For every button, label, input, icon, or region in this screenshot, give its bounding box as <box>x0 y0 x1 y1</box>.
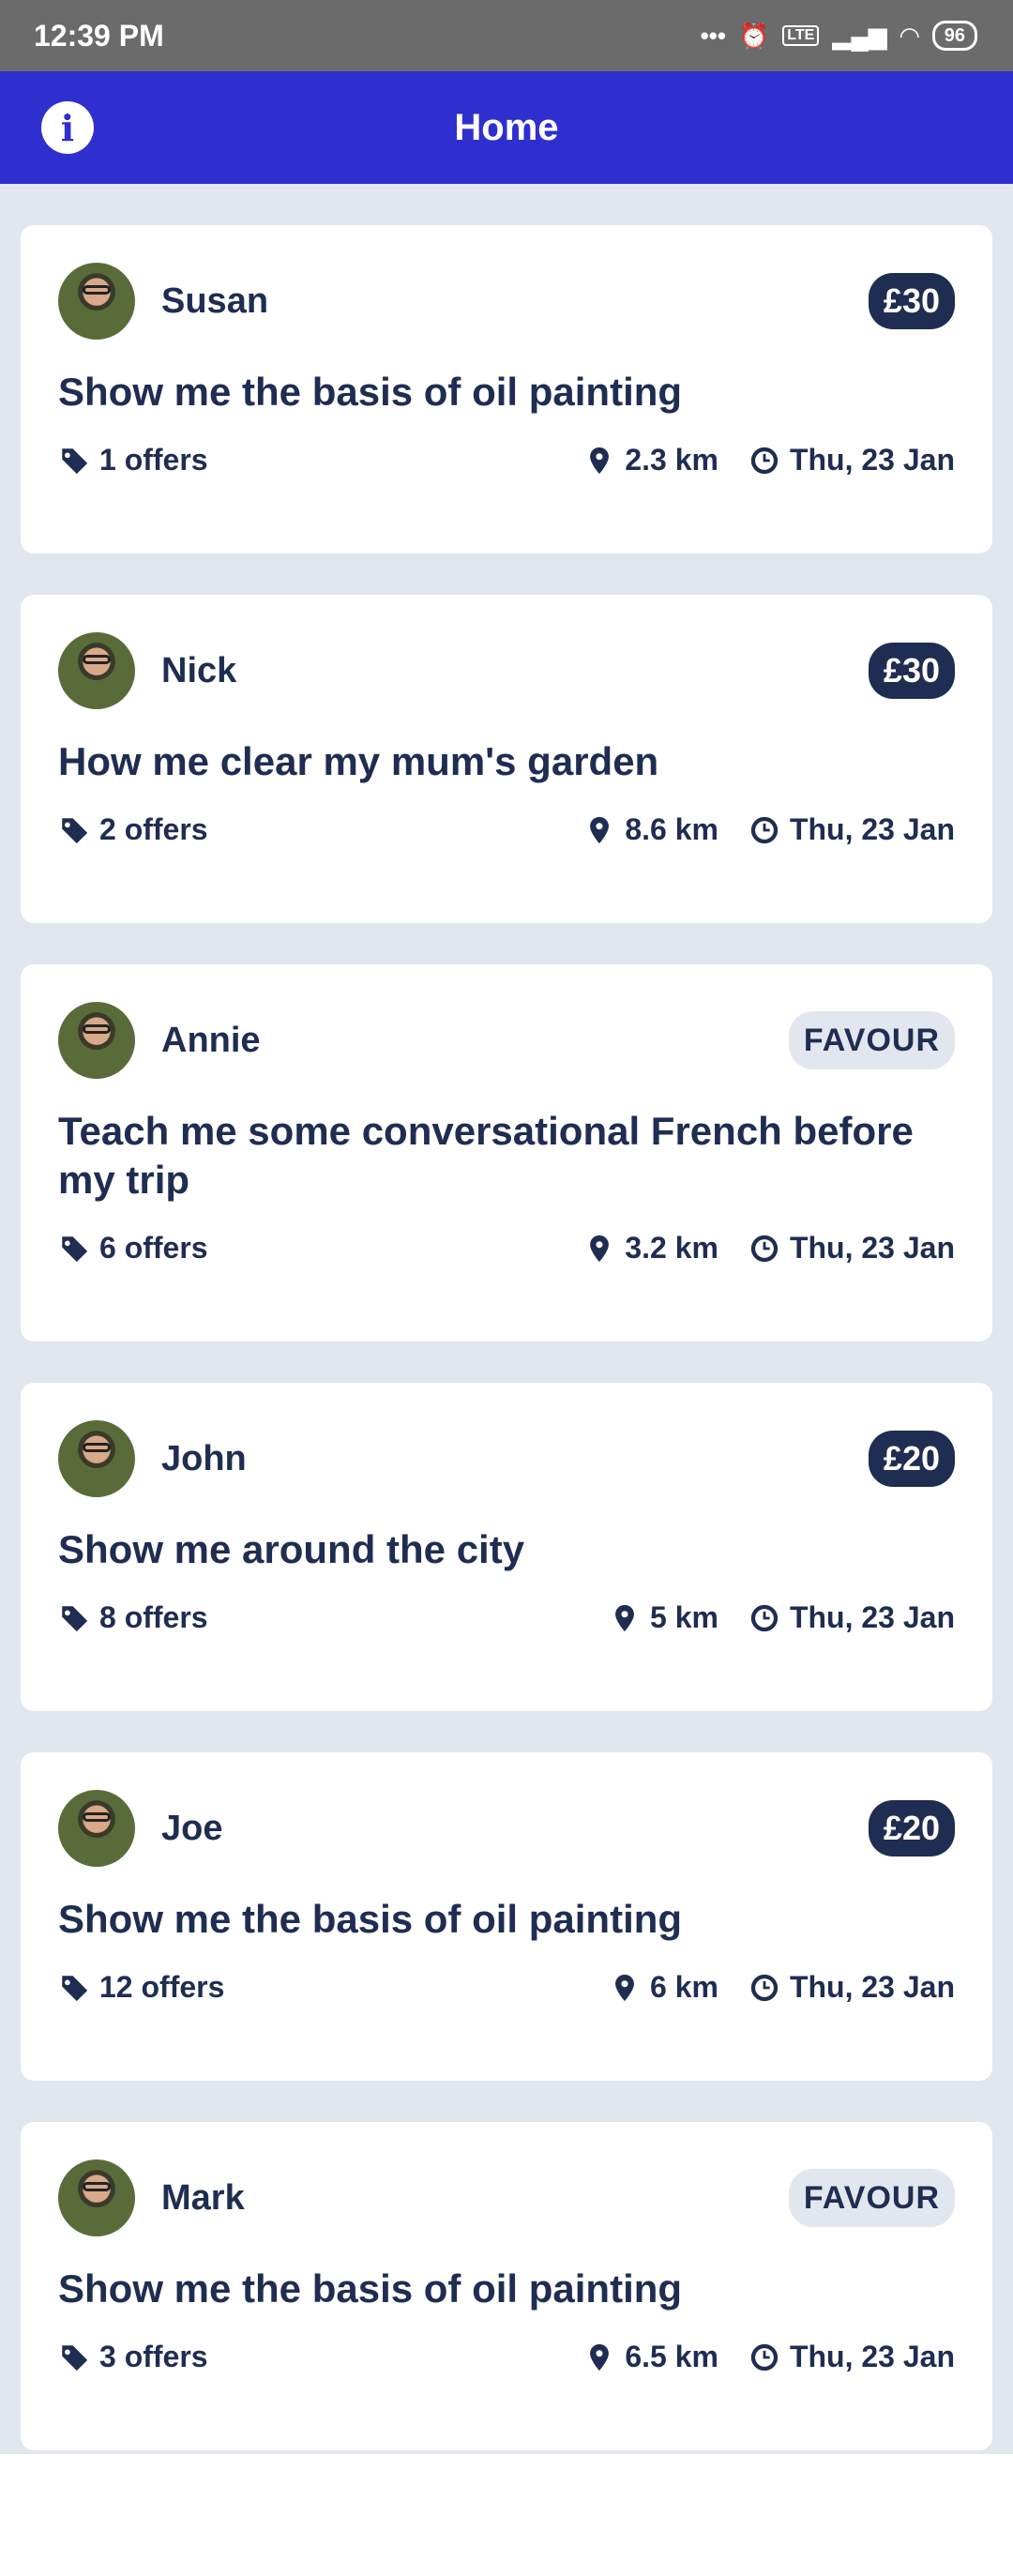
price-badge: £30 <box>868 273 955 329</box>
user-name: John <box>161 1438 247 1478</box>
user-name: Annie <box>161 1020 261 1060</box>
task-card[interactable]: Susan £30 Show me the basis of oil paint… <box>21 225 992 553</box>
price-badge: £20 <box>868 1800 955 1856</box>
task-card[interactable]: John £20 Show me around the city 8 offer… <box>21 1383 992 1711</box>
signal-icon: ▂▄▆ <box>832 21 887 50</box>
date: Thu, 23 Jan <box>789 1600 955 1634</box>
task-title: Show me the basis of oil painting <box>58 2266 683 2311</box>
clock-icon <box>750 1974 779 2001</box>
task-feed: Susan £30 Show me the basis of oil paint… <box>0 184 1013 2454</box>
bottom-blank-area <box>0 2454 1013 2552</box>
battery-level: 96 <box>944 24 965 46</box>
distance: 6.5 km <box>625 2340 718 2373</box>
info-icon[interactable]: i <box>41 101 94 154</box>
avatar <box>58 1002 135 1079</box>
clock-icon <box>750 2343 779 2371</box>
location-pin-icon <box>590 816 610 843</box>
clock-icon <box>750 816 779 843</box>
status-icons: ••• ⏰ LTE ▂▄▆ ◠ 96 <box>701 21 977 51</box>
task-title: Show me around the city <box>58 1527 525 1571</box>
distance: 8.6 km <box>625 812 718 846</box>
tag-icon <box>60 447 88 474</box>
app-bar: i Home <box>0 71 1013 184</box>
tag-icon <box>60 2344 88 2371</box>
battery-indicator: 96 <box>931 21 977 51</box>
avatar <box>58 263 135 340</box>
distance: 5 km <box>650 1600 718 1634</box>
user-name: Joe <box>161 1808 223 1848</box>
location-pin-icon <box>590 447 610 474</box>
task-card[interactable]: Nick £30 How me clear my mum's garden 2 … <box>21 595 992 923</box>
favour-badge: FAVOUR <box>788 1011 955 1069</box>
task-title: Teach me some conversational French befo… <box>58 1109 914 1202</box>
price-badge: £30 <box>868 643 955 699</box>
more-dots-icon: ••• <box>700 21 726 50</box>
clock-icon <box>750 447 779 474</box>
task-card[interactable]: Annie FAVOUR Teach me some conversationa… <box>21 964 992 1341</box>
distance: 3.2 km <box>625 1231 718 1265</box>
date: Thu, 23 Jan <box>789 2340 955 2373</box>
task-title: How me clear my mum's garden <box>58 739 659 783</box>
favour-badge: FAVOUR <box>788 2169 955 2227</box>
tag-icon <box>60 1235 88 1262</box>
date: Thu, 23 Jan <box>789 1231 955 1265</box>
task-card[interactable]: Joe £20 Show me the basis of oil paintin… <box>21 1752 992 2081</box>
offers-count: 2 offers <box>99 812 208 846</box>
user-name: Nick <box>161 650 237 690</box>
avatar <box>58 632 135 709</box>
price-badge: £20 <box>868 1431 955 1487</box>
clock-icon <box>750 1604 779 1631</box>
page-title: Home <box>454 106 559 148</box>
clock-icon <box>750 1235 779 1262</box>
distance: 6 km <box>650 1970 718 2004</box>
task-title: Show me the basis of oil painting <box>58 1897 683 1941</box>
offers-count: 6 offers <box>99 1231 208 1265</box>
lte-icon: LTE <box>782 25 820 46</box>
location-pin-icon <box>615 1974 634 2001</box>
user-name: Susan <box>161 280 269 321</box>
location-pin-icon <box>590 1235 610 1262</box>
offers-count: 12 offers <box>99 1970 225 2004</box>
tag-icon <box>60 817 88 843</box>
offers-count: 8 offers <box>99 1600 208 1634</box>
distance: 2.3 km <box>625 443 718 477</box>
tag-icon <box>60 1975 88 2001</box>
date: Thu, 23 Jan <box>789 443 955 477</box>
avatar <box>58 1790 135 1867</box>
location-pin-icon <box>615 1604 634 1631</box>
tag-icon <box>60 1605 88 1631</box>
status-bar: 12:39 PM ••• ⏰ LTE ▂▄▆ ◠ 96 <box>0 0 1013 71</box>
offers-count: 1 offers <box>99 443 208 477</box>
avatar <box>58 1420 135 1497</box>
wifi-icon: ◠ <box>900 21 919 50</box>
date: Thu, 23 Jan <box>789 1970 955 2004</box>
task-title: Show me the basis of oil painting <box>58 370 683 414</box>
location-pin-icon <box>590 2343 610 2371</box>
alarm-icon: ⏰ <box>738 21 770 50</box>
status-time: 12:39 PM <box>34 18 164 53</box>
avatar <box>58 2159 135 2236</box>
task-card[interactable]: Mark FAVOUR Show me the basis of oil pai… <box>21 2122 992 2450</box>
offers-count: 3 offers <box>99 2340 208 2373</box>
date: Thu, 23 Jan <box>789 812 955 846</box>
user-name: Mark <box>161 2177 245 2218</box>
